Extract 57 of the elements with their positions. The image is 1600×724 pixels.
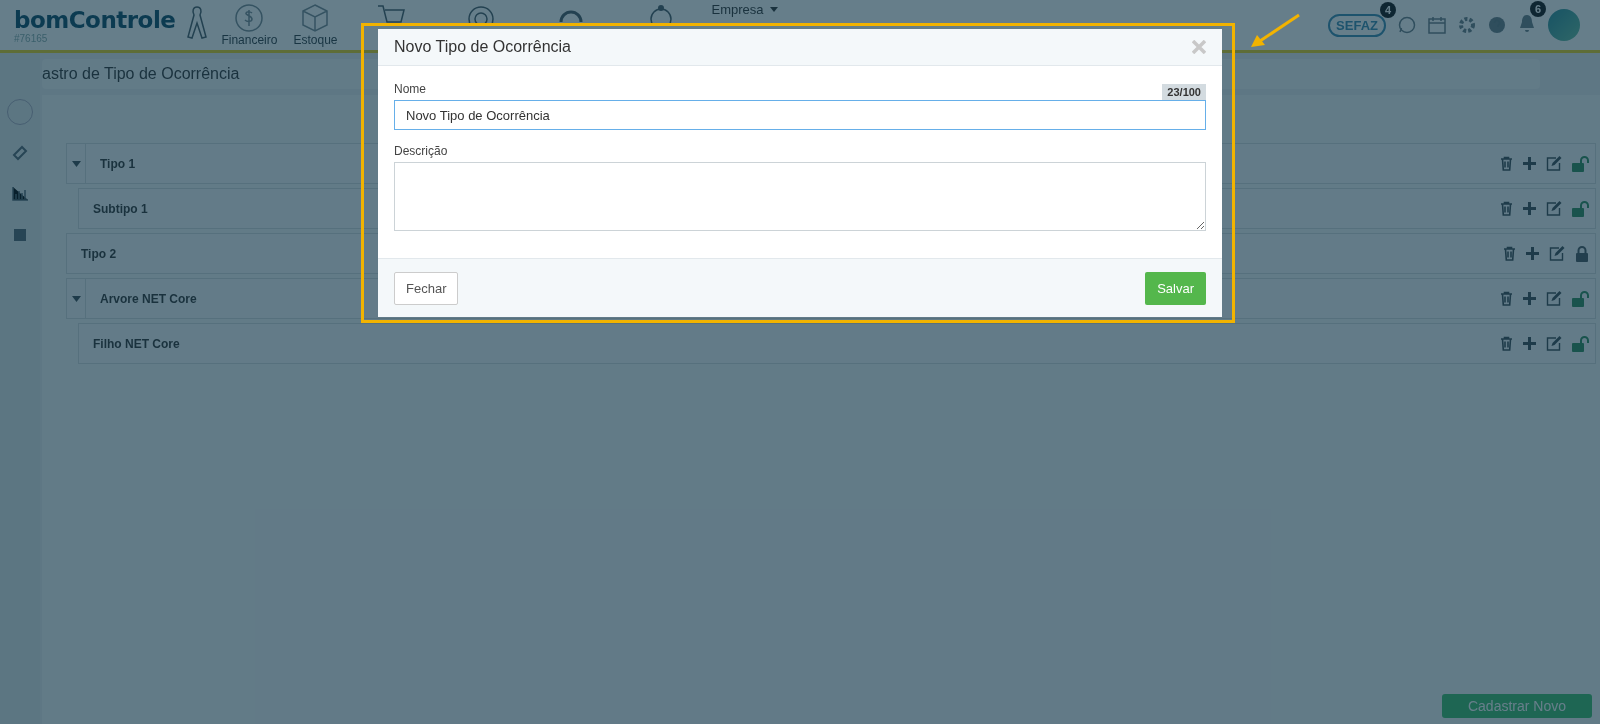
dollar-icon xyxy=(234,3,265,33)
nav-item[interactable]: Estoque xyxy=(291,3,340,47)
character-counter: 23/100 xyxy=(1162,84,1206,100)
cart-icon[interactable] xyxy=(375,4,406,26)
company-menu[interactable]: Empresa xyxy=(711,2,778,17)
logo[interactable]: bomControle xyxy=(14,6,176,33)
trash-icon[interactable] xyxy=(1503,246,1516,261)
caret-icon[interactable] xyxy=(71,160,81,167)
nav-item[interactable]: Financeiro xyxy=(219,3,280,47)
notification-badge: 4 xyxy=(1379,1,1396,18)
trash-icon[interactable] xyxy=(1500,291,1513,306)
tree-item-label: Filho NET Core xyxy=(92,336,180,351)
edit-icon[interactable] xyxy=(1549,246,1565,261)
ticket-icon[interactable] xyxy=(12,145,28,161)
unlocked-lock-icon[interactable] xyxy=(1572,200,1589,217)
plus-icon[interactable] xyxy=(1523,292,1536,305)
unlocked-lock-icon[interactable] xyxy=(1572,155,1589,172)
close-button[interactable]: Fechar xyxy=(394,271,459,305)
lock-icon[interactable] xyxy=(1575,245,1589,262)
tree-item-label: Arvore NET Core xyxy=(99,291,197,306)
field-label: Descrição xyxy=(394,143,449,160)
tree-row[interactable]: Filho NET Core xyxy=(78,323,1596,364)
edit-icon[interactable] xyxy=(1546,156,1562,171)
plus-icon[interactable] xyxy=(1523,157,1536,170)
modal-title: Novo Tipo de Ocorrência xyxy=(394,38,571,56)
tree-item-label: Tipo 1 xyxy=(99,156,136,171)
save-button[interactable]: Salvar xyxy=(1145,271,1206,305)
edit-icon[interactable] xyxy=(1546,336,1562,351)
box-icon xyxy=(300,3,331,33)
caret-icon[interactable] xyxy=(71,295,81,302)
notification-badge: 6 xyxy=(1529,1,1546,17)
settings-icon[interactable] xyxy=(1458,16,1476,34)
plus-icon[interactable] xyxy=(1526,247,1539,260)
annotation-arrow xyxy=(1249,13,1301,49)
trash-icon[interactable] xyxy=(1500,201,1513,216)
bar-chart-icon[interactable] xyxy=(12,187,28,201)
chat-icon[interactable] xyxy=(1398,16,1416,34)
bell-icon[interactable] xyxy=(1518,13,1536,33)
tree-item-label: Subtipo 1 xyxy=(92,201,148,216)
new-button[interactable]: Cadastrar Novo xyxy=(1441,694,1592,718)
description-field[interactable] xyxy=(394,162,1206,231)
target-icon[interactable] xyxy=(465,4,496,26)
page-title: astro de Tipo de Ocorrência xyxy=(42,65,240,82)
name-field[interactable]: Novo Tipo de Ocorrência xyxy=(394,100,1206,130)
trash-icon[interactable] xyxy=(1500,156,1513,171)
trash-icon[interactable] xyxy=(1500,336,1513,351)
edit-icon[interactable] xyxy=(1546,201,1562,216)
plus-icon[interactable] xyxy=(1523,202,1536,215)
tree-item-label: Tipo 2 xyxy=(80,246,117,261)
close-icon[interactable] xyxy=(1192,40,1206,54)
field-label: Nome xyxy=(394,82,426,98)
unlocked-lock-icon[interactable] xyxy=(1572,335,1589,352)
edit-icon[interactable] xyxy=(1546,291,1562,306)
unlocked-lock-icon[interactable] xyxy=(1572,290,1589,307)
avatar[interactable] xyxy=(1548,9,1580,41)
plus-icon[interactable] xyxy=(1523,337,1536,350)
caret-icon xyxy=(769,7,778,12)
